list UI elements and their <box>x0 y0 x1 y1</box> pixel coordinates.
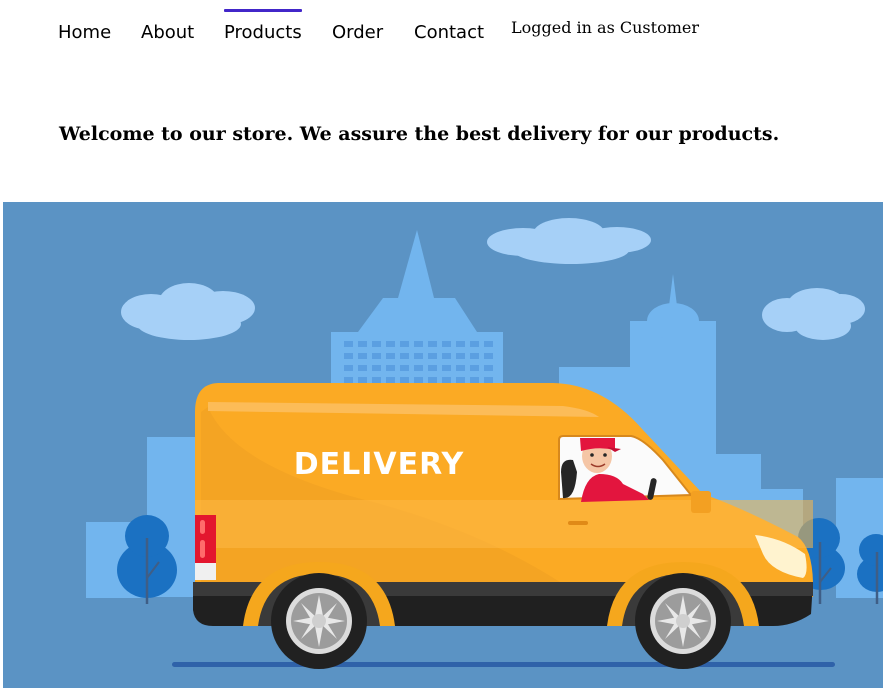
top-navigation: Home About Products Order Contact Logged… <box>0 0 883 60</box>
welcome-heading: Welcome to our store. We assure the best… <box>59 123 780 145</box>
login-status: Logged in as Customer <box>511 18 699 37</box>
nav-link-products[interactable]: Products <box>224 9 302 43</box>
van-label: DELIVERY <box>294 447 465 482</box>
nav-link-about[interactable]: About <box>141 22 194 43</box>
delivery-van-illustration: DELIVERY <box>3 202 883 688</box>
nav-link-home[interactable]: Home <box>58 22 111 43</box>
wheel-icon <box>271 573 367 669</box>
hero-image: DELIVERY <box>3 202 883 688</box>
nav-link-order[interactable]: Order <box>332 22 383 43</box>
wheel-icon <box>635 573 731 669</box>
road-line <box>172 662 835 667</box>
nav-link-contact[interactable]: Contact <box>414 22 484 43</box>
